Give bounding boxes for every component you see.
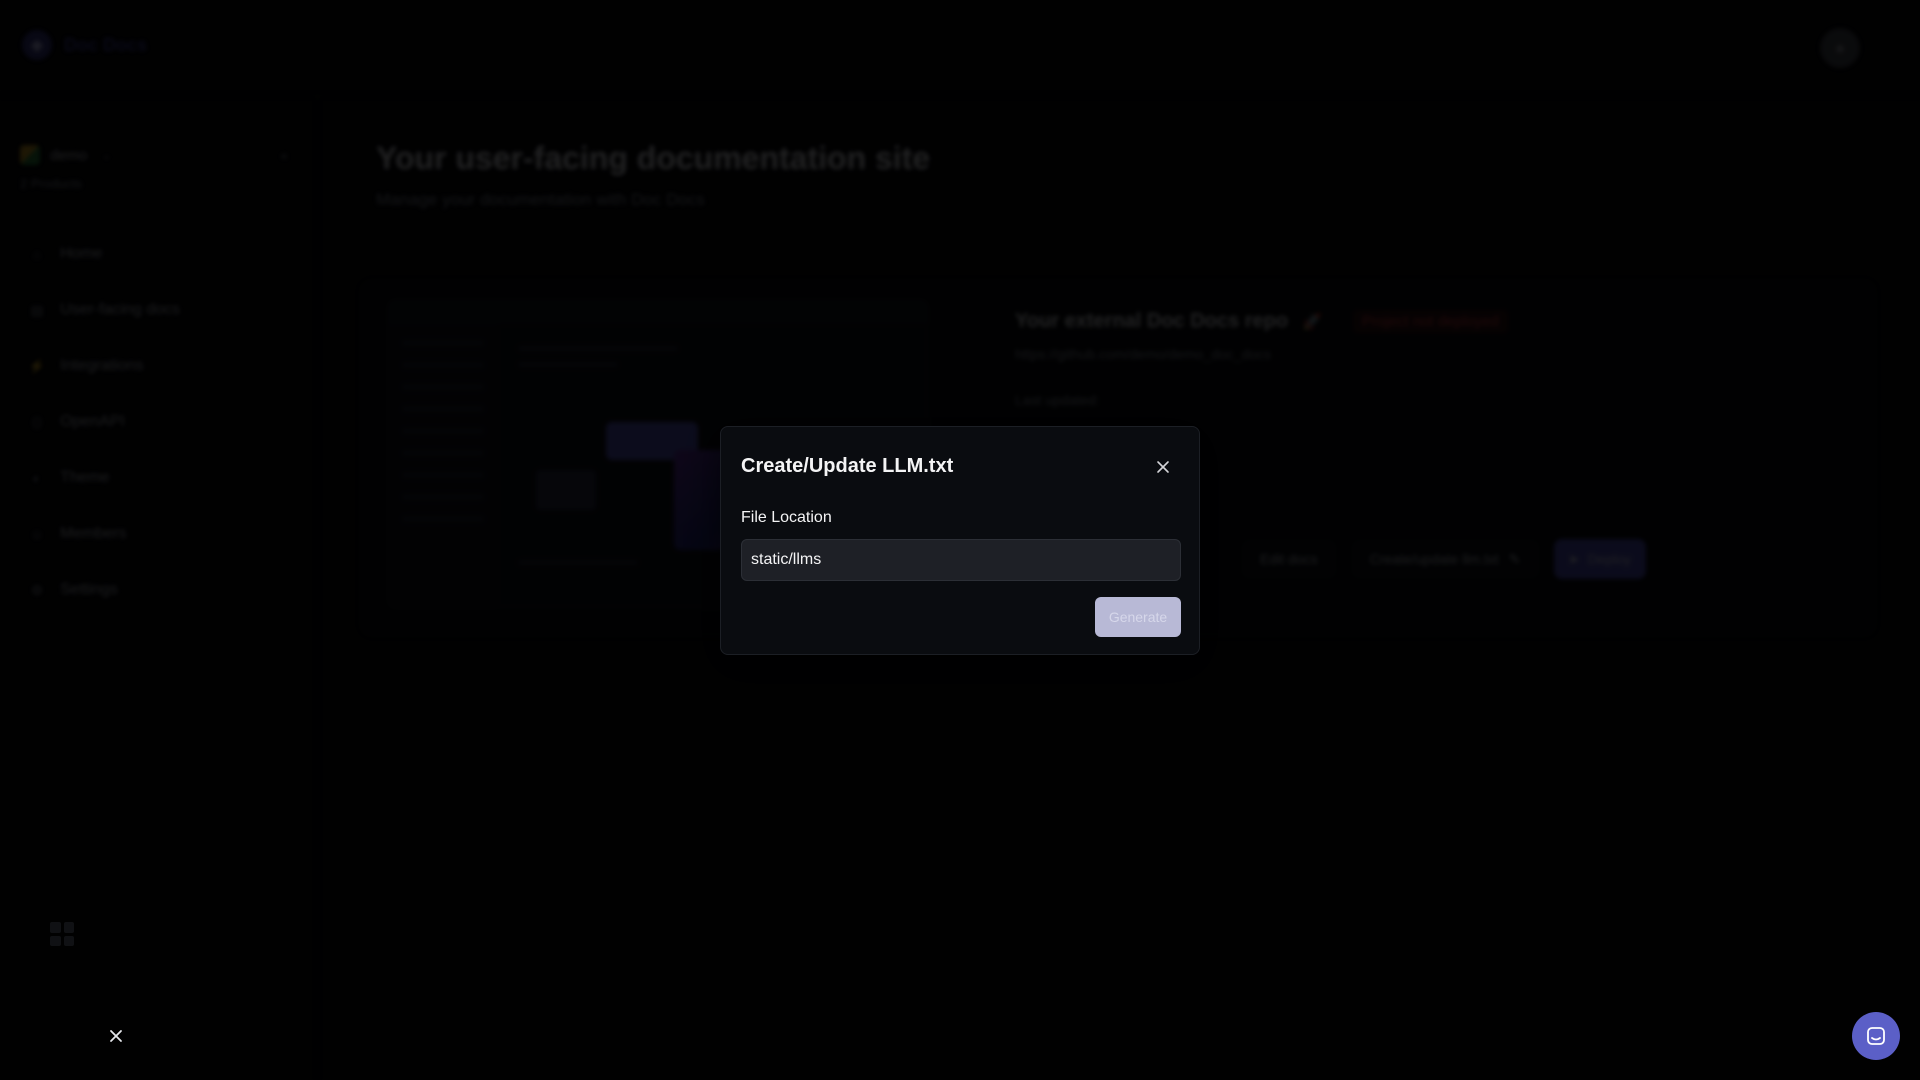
- close-icon[interactable]: [1151, 455, 1175, 479]
- generate-button[interactable]: Generate: [1095, 597, 1181, 637]
- bottom-left-tools: [50, 922, 74, 946]
- modal-title: Create/Update LLM.txt: [741, 455, 954, 477]
- chat-launcher-icon[interactable]: [1852, 1012, 1900, 1060]
- file-location-input[interactable]: [741, 539, 1181, 581]
- create-update-llm-modal: Create/Update LLM.txt File Location Gene…: [720, 426, 1200, 655]
- file-location-label: File Location: [741, 509, 832, 526]
- close-icon[interactable]: [104, 1024, 128, 1048]
- apps-grid-icon[interactable]: [50, 922, 74, 946]
- app-root: ◆ Doc Docs ● demo ⌄ « 2 Products ⌂ Home …: [0, 0, 1920, 1080]
